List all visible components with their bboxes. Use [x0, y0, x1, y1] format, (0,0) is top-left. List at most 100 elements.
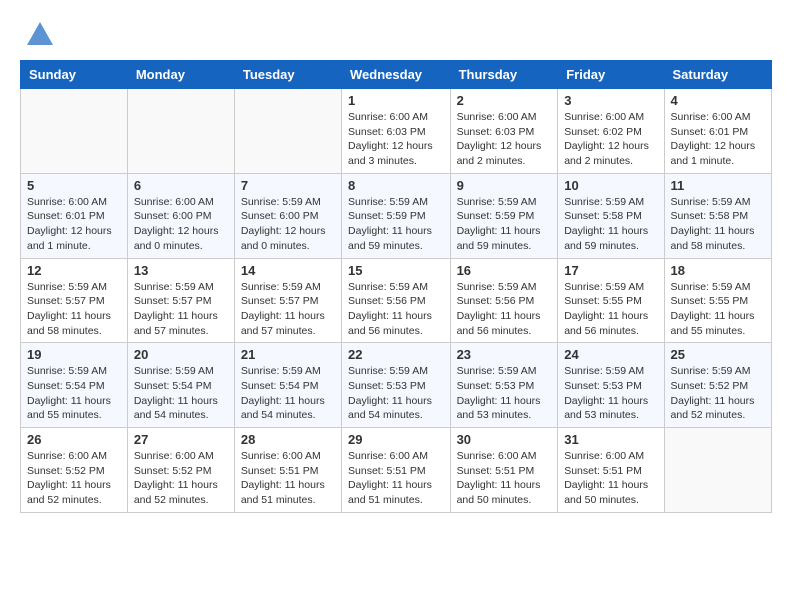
- day-info: Sunrise: 6:00 AM Sunset: 5:51 PM Dayligh…: [564, 449, 657, 508]
- calendar-header-row: SundayMondayTuesdayWednesdayThursdayFrid…: [21, 61, 772, 89]
- day-info: Sunrise: 5:59 AM Sunset: 5:55 PM Dayligh…: [564, 280, 657, 339]
- logo-icon: [25, 20, 55, 50]
- day-info: Sunrise: 5:59 AM Sunset: 5:56 PM Dayligh…: [348, 280, 444, 339]
- calendar-day-23: 23 Sunrise: 5:59 AM Sunset: 5:53 PM Dayli…: [450, 343, 558, 428]
- day-info: Sunrise: 5:59 AM Sunset: 5:58 PM Dayligh…: [564, 195, 657, 254]
- calendar-week-1: 1Sunrise: 6:00 AM Sunset: 6:03 PM Daylig…: [21, 89, 772, 174]
- calendar-day-empty: [234, 89, 341, 174]
- calendar-day-17: 17 Sunrise: 5:59 AM Sunset: 5:55 PM Dayli…: [558, 258, 664, 343]
- calendar-day-29: 29 Sunrise: 6:00 AM Sunset: 5:51 PM Dayli…: [342, 428, 451, 513]
- page-header: [20, 20, 772, 50]
- calendar-day-10: 10 Sunrise: 5:59 AM Sunset: 5:58 PM Dayli…: [558, 173, 664, 258]
- day-info: Sunrise: 5:59 AM Sunset: 5:52 PM Dayligh…: [671, 364, 765, 423]
- day-number: 5: [27, 178, 121, 193]
- day-info: Sunrise: 5:59 AM Sunset: 5:53 PM Dayligh…: [457, 364, 552, 423]
- day-number: 19: [27, 347, 121, 362]
- day-info: Sunrise: 5:59 AM Sunset: 5:59 PM Dayligh…: [457, 195, 552, 254]
- calendar-day-5: 5 Sunrise: 6:00 AM Sunset: 6:01 PM Daylig…: [21, 173, 128, 258]
- day-info: Sunrise: 5:59 AM Sunset: 5:57 PM Dayligh…: [134, 280, 228, 339]
- day-number: 22: [348, 347, 444, 362]
- day-header-wednesday: Wednesday: [342, 61, 451, 89]
- day-number: 11: [671, 178, 765, 193]
- day-number: 2: [457, 93, 552, 108]
- calendar-day-25: 25 Sunrise: 5:59 AM Sunset: 5:52 PM Dayli…: [664, 343, 771, 428]
- day-number: 16: [457, 263, 552, 278]
- day-info: Sunrise: 6:00 AM Sunset: 6:03 PM Dayligh…: [457, 110, 552, 169]
- calendar-day-30: 30 Sunrise: 6:00 AM Sunset: 5:51 PM Dayli…: [450, 428, 558, 513]
- day-number: 4: [671, 93, 765, 108]
- day-number: 21: [241, 347, 335, 362]
- day-info: Sunrise: 5:59 AM Sunset: 5:59 PM Dayligh…: [348, 195, 444, 254]
- day-number: 9: [457, 178, 552, 193]
- calendar-day-2: 2 Sunrise: 6:00 AM Sunset: 6:03 PM Daylig…: [450, 89, 558, 174]
- day-info: Sunrise: 6:00 AM Sunset: 6:01 PM Dayligh…: [27, 195, 121, 254]
- day-info: Sunrise: 6:00 AM Sunset: 6:00 PM Dayligh…: [134, 195, 228, 254]
- day-number: 13: [134, 263, 228, 278]
- day-info: Sunrise: 6:00 AM Sunset: 5:52 PM Dayligh…: [134, 449, 228, 508]
- logo-general: [20, 20, 55, 50]
- day-number: 29: [348, 432, 444, 447]
- day-header-sunday: Sunday: [21, 61, 128, 89]
- day-header-friday: Friday: [558, 61, 664, 89]
- day-info: Sunrise: 5:59 AM Sunset: 5:53 PM Dayligh…: [348, 364, 444, 423]
- logo: [20, 20, 55, 50]
- calendar-day-31: 31Sunrise: 6:00 AM Sunset: 5:51 PM Dayli…: [558, 428, 664, 513]
- day-number: 12: [27, 263, 121, 278]
- day-number: 20: [134, 347, 228, 362]
- day-number: 27: [134, 432, 228, 447]
- day-info: Sunrise: 6:00 AM Sunset: 5:51 PM Dayligh…: [241, 449, 335, 508]
- day-number: 26: [27, 432, 121, 447]
- calendar-day-22: 22 Sunrise: 5:59 AM Sunset: 5:53 PM Dayli…: [342, 343, 451, 428]
- day-info: Sunrise: 5:59 AM Sunset: 5:58 PM Dayligh…: [671, 195, 765, 254]
- day-number: 8: [348, 178, 444, 193]
- calendar-day-12: 12Sunrise: 5:59 AM Sunset: 5:57 PM Dayli…: [21, 258, 128, 343]
- day-number: 15: [348, 263, 444, 278]
- calendar-day-21: 21 Sunrise: 5:59 AM Sunset: 5:54 PM Dayli…: [234, 343, 341, 428]
- day-number: 10: [564, 178, 657, 193]
- day-header-tuesday: Tuesday: [234, 61, 341, 89]
- day-info: Sunrise: 5:59 AM Sunset: 5:53 PM Dayligh…: [564, 364, 657, 423]
- calendar-day-16: 16 Sunrise: 5:59 AM Sunset: 5:56 PM Dayli…: [450, 258, 558, 343]
- day-info: Sunrise: 6:00 AM Sunset: 6:02 PM Dayligh…: [564, 110, 657, 169]
- day-header-thursday: Thursday: [450, 61, 558, 89]
- day-number: 30: [457, 432, 552, 447]
- calendar-day-27: 27 Sunrise: 6:00 AM Sunset: 5:52 PM Dayli…: [127, 428, 234, 513]
- calendar-day-7: 7 Sunrise: 5:59 AM Sunset: 6:00 PM Daylig…: [234, 173, 341, 258]
- calendar-day-24: 24 Sunrise: 5:59 AM Sunset: 5:53 PM Dayli…: [558, 343, 664, 428]
- calendar-day-18: 18Sunrise: 5:59 AM Sunset: 5:55 PM Dayli…: [664, 258, 771, 343]
- calendar-day-14: 14Sunrise: 5:59 AM Sunset: 5:57 PM Dayli…: [234, 258, 341, 343]
- calendar-day-9: 9 Sunrise: 5:59 AM Sunset: 5:59 PM Daylig…: [450, 173, 558, 258]
- day-number: 17: [564, 263, 657, 278]
- day-number: 25: [671, 347, 765, 362]
- calendar-day-8: 8 Sunrise: 5:59 AM Sunset: 5:59 PM Daylig…: [342, 173, 451, 258]
- day-info: Sunrise: 6:00 AM Sunset: 5:51 PM Dayligh…: [457, 449, 552, 508]
- day-info: Sunrise: 5:59 AM Sunset: 5:54 PM Dayligh…: [241, 364, 335, 423]
- calendar-day-15: 15 Sunrise: 5:59 AM Sunset: 5:56 PM Dayli…: [342, 258, 451, 343]
- day-number: 7: [241, 178, 335, 193]
- day-info: Sunrise: 6:00 AM Sunset: 6:01 PM Dayligh…: [671, 110, 765, 169]
- day-info: Sunrise: 5:59 AM Sunset: 6:00 PM Dayligh…: [241, 195, 335, 254]
- calendar-day-6: 6Sunrise: 6:00 AM Sunset: 6:00 PM Daylig…: [127, 173, 234, 258]
- day-info: Sunrise: 5:59 AM Sunset: 5:55 PM Dayligh…: [671, 280, 765, 339]
- calendar-day-4: 4 Sunrise: 6:00 AM Sunset: 6:01 PM Daylig…: [664, 89, 771, 174]
- day-info: Sunrise: 6:00 AM Sunset: 5:52 PM Dayligh…: [27, 449, 121, 508]
- calendar-day-empty: [127, 89, 234, 174]
- calendar-day-empty: [21, 89, 128, 174]
- calendar-day-empty: [664, 428, 771, 513]
- calendar-day-3: 3 Sunrise: 6:00 AM Sunset: 6:02 PM Daylig…: [558, 89, 664, 174]
- calendar-day-13: 13 Sunrise: 5:59 AM Sunset: 5:57 PM Dayli…: [127, 258, 234, 343]
- day-info: Sunrise: 6:00 AM Sunset: 5:51 PM Dayligh…: [348, 449, 444, 508]
- day-number: 3: [564, 93, 657, 108]
- calendar-table: SundayMondayTuesdayWednesdayThursdayFrid…: [20, 60, 772, 513]
- calendar-day-1: 1Sunrise: 6:00 AM Sunset: 6:03 PM Daylig…: [342, 89, 451, 174]
- day-number: 24: [564, 347, 657, 362]
- day-info: Sunrise: 5:59 AM Sunset: 5:56 PM Dayligh…: [457, 280, 552, 339]
- day-info: Sunrise: 5:59 AM Sunset: 5:57 PM Dayligh…: [241, 280, 335, 339]
- day-info: Sunrise: 6:00 AM Sunset: 6:03 PM Dayligh…: [348, 110, 444, 169]
- calendar-week-4: 19 Sunrise: 5:59 AM Sunset: 5:54 PM Dayli…: [21, 343, 772, 428]
- day-header-monday: Monday: [127, 61, 234, 89]
- calendar-day-20: 20Sunrise: 5:59 AM Sunset: 5:54 PM Dayli…: [127, 343, 234, 428]
- calendar-day-26: 26 Sunrise: 6:00 AM Sunset: 5:52 PM Dayli…: [21, 428, 128, 513]
- day-number: 23: [457, 347, 552, 362]
- calendar-week-5: 26 Sunrise: 6:00 AM Sunset: 5:52 PM Dayli…: [21, 428, 772, 513]
